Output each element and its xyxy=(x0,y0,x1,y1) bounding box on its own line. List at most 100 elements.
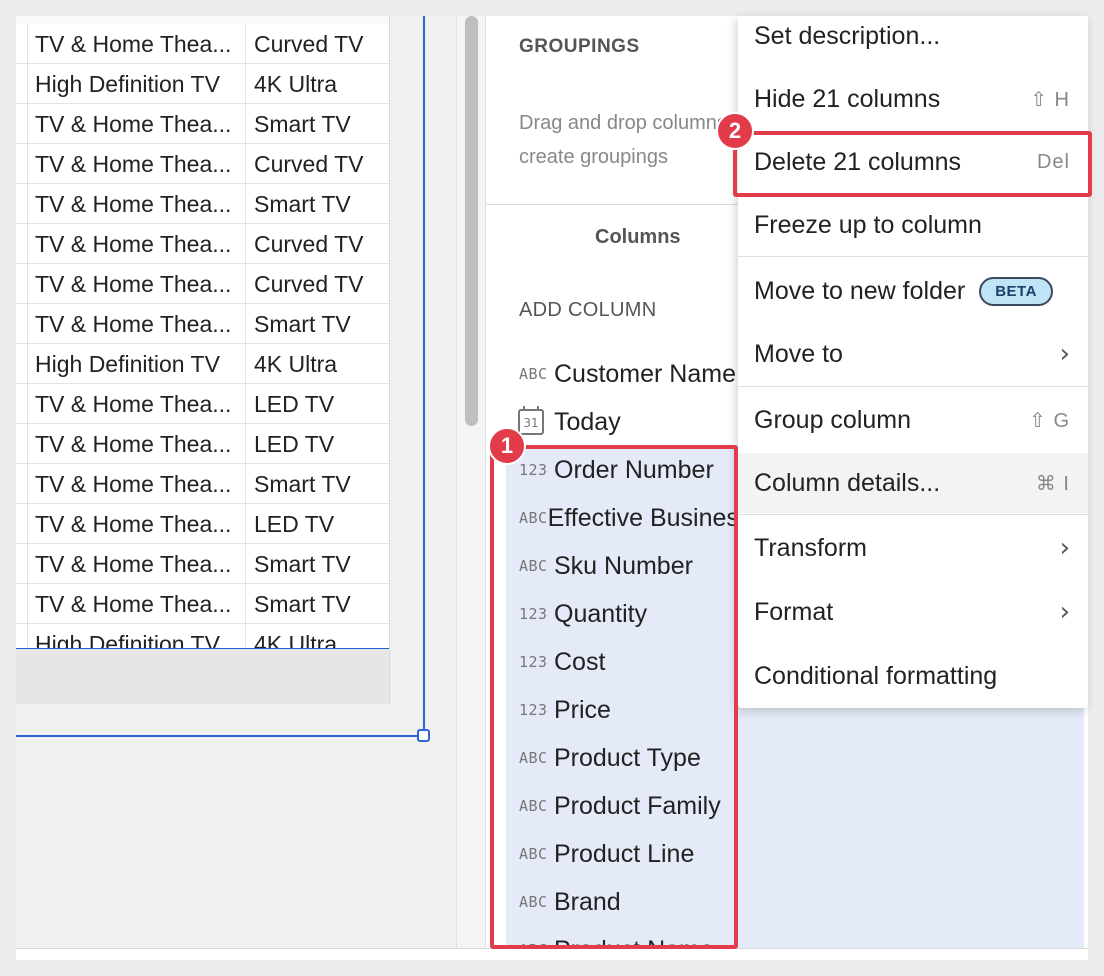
product-family-cell[interactable]: Smart TV xyxy=(246,184,389,223)
product-family-cell[interactable]: 4K Ultra xyxy=(246,64,389,103)
selection-border-bottom xyxy=(16,735,424,737)
menu-item-label: Move to xyxy=(754,339,843,368)
product-family-cell[interactable]: LED TV xyxy=(246,424,389,463)
table-row[interactable]: TV & Home Thea... Curved TV xyxy=(16,224,389,264)
table-row[interactable]: TV & Home Thea... Smart TV xyxy=(16,544,389,584)
row-gutter-cell xyxy=(16,344,28,383)
row-gutter-cell xyxy=(16,224,28,263)
screen: TV & Home Thea... Curved TV High Definitio… xyxy=(0,0,1104,976)
row-gutter-cell xyxy=(16,24,28,63)
row-gutter-cell xyxy=(16,304,28,343)
product-type-cell[interactable]: High Definition TV xyxy=(28,64,246,103)
table-row[interactable]: TV & Home Thea... Smart TV xyxy=(16,184,389,224)
table-row[interactable]: TV & Home Thea... Curved TV xyxy=(16,24,389,64)
add-column-button[interactable]: ADD COLUMN xyxy=(519,299,656,322)
row-gutter-cell xyxy=(16,464,28,503)
row-gutter-cell xyxy=(16,264,28,303)
product-type-cell[interactable]: TV & Home Thea... xyxy=(28,184,246,223)
menu-item-label: Freeze up to column xyxy=(754,210,982,239)
table-row[interactable]: TV & Home Thea... LED TV xyxy=(16,504,389,544)
menu-item-label: Hide 21 columns xyxy=(754,84,941,113)
menu-item-label: Move to new folder xyxy=(754,276,966,305)
chevron-right-icon: › xyxy=(1059,533,1070,563)
row-gutter-cell xyxy=(16,144,28,183)
step-badge-2: 2 xyxy=(716,112,754,150)
product-type-cell[interactable]: TV & Home Thea... xyxy=(28,264,246,303)
product-family-cell[interactable]: Smart TV xyxy=(246,544,389,583)
column-list-item[interactable]: 31 Today xyxy=(506,398,736,446)
menu-item-label: Format xyxy=(754,597,834,626)
canvas-scrollbar[interactable] xyxy=(456,16,486,960)
product-family-cell[interactable]: Curved TV xyxy=(246,144,389,183)
product-type-cell[interactable]: TV & Home Thea... xyxy=(28,384,246,423)
menu-item-label: Transform xyxy=(754,533,867,562)
menu-item-label: Set description... xyxy=(754,21,941,50)
menu-item-label: Column details... xyxy=(754,468,941,497)
groupings-drop-zone[interactable]: Drag and drop columns to create grouping… xyxy=(519,106,739,174)
product-family-cell[interactable]: LED TV xyxy=(246,504,389,543)
delete-columns-highlight xyxy=(733,131,1092,197)
product-type-cell[interactable]: TV & Home Thea... xyxy=(28,504,246,543)
table-footer xyxy=(16,648,389,704)
table-row[interactable]: TV & Home Thea... Curved TV xyxy=(16,264,389,304)
menu-item-label: Conditional formatting xyxy=(754,661,998,690)
menu-item-format[interactable]: Format › xyxy=(738,582,1088,642)
menu-item-hide-21-columns[interactable]: Hide 21 columns ⇧ H xyxy=(738,69,1088,129)
menu-item-set-description[interactable]: Set description... xyxy=(738,6,1088,66)
product-family-cell[interactable]: Curved TV xyxy=(246,24,389,63)
product-type-cell[interactable]: TV & Home Thea... xyxy=(28,544,246,583)
product-family-cell[interactable]: LED TV xyxy=(246,384,389,423)
table-row[interactable]: TV & Home Thea... Smart TV xyxy=(16,304,389,344)
groupings-hint-line2: create groupings xyxy=(519,146,668,168)
menu-item-move-to[interactable]: Move to › xyxy=(738,324,1088,384)
product-type-cell[interactable]: TV & Home Thea... xyxy=(28,464,246,503)
product-family-cell[interactable]: Smart TV xyxy=(246,464,389,503)
row-gutter-cell xyxy=(16,544,28,583)
chevron-right-icon: › xyxy=(1059,339,1070,369)
table-row[interactable]: TV & Home Thea... Smart TV xyxy=(16,104,389,144)
resize-handle[interactable] xyxy=(417,729,430,742)
menu-item-transform[interactable]: Transform › xyxy=(738,518,1088,578)
menu-item-freeze-up-to-column[interactable]: Freeze up to column xyxy=(738,195,1088,255)
product-type-cell[interactable]: TV & Home Thea... xyxy=(28,224,246,263)
row-gutter-cell xyxy=(16,504,28,543)
product-family-cell[interactable]: Curved TV xyxy=(246,224,389,263)
tab-columns[interactable]: Columns xyxy=(595,226,681,249)
product-type-cell[interactable]: TV & Home Thea... xyxy=(28,584,246,623)
menu-item-move-to-new-folder[interactable]: Move to new folder BETA xyxy=(738,261,1088,321)
product-type-cell[interactable]: High Definition TV xyxy=(28,344,246,383)
menu-item-column-details[interactable]: Column details... ⌘ I xyxy=(738,453,1088,513)
workbook-canvas: TV & Home Thea... Curved TV High Definitio… xyxy=(16,16,456,960)
beta-badge: BETA xyxy=(979,276,1053,306)
product-type-cell[interactable]: TV & Home Thea... xyxy=(28,304,246,343)
column-list-item[interactable]: ABC Customer Name xyxy=(506,350,736,398)
table-row[interactable]: TV & Home Thea... LED TV xyxy=(16,384,389,424)
groupings-heading: GROUPINGS xyxy=(519,36,640,57)
product-family-cell[interactable]: Curved TV xyxy=(246,264,389,303)
table-row[interactable]: High Definition TV 4K Ultra xyxy=(16,64,389,104)
product-family-cell[interactable]: 4K Ultra xyxy=(246,344,389,383)
table-row[interactable]: TV & Home Thea... Smart TV xyxy=(16,584,389,624)
table-row[interactable]: TV & Home Thea... Curved TV xyxy=(16,144,389,184)
menu-divider xyxy=(738,514,1088,515)
row-gutter-cell xyxy=(16,384,28,423)
product-family-cell[interactable]: Smart TV xyxy=(246,104,389,143)
calendar-icon: 31 xyxy=(518,406,544,435)
menu-divider xyxy=(738,256,1088,257)
product-type-cell[interactable]: TV & Home Thea... xyxy=(28,104,246,143)
row-gutter-cell xyxy=(16,184,28,223)
menu-item-conditional-formatting[interactable]: Conditional formatting xyxy=(738,646,1088,706)
scrollbar-thumb[interactable] xyxy=(465,16,478,426)
product-family-cell[interactable]: Smart TV xyxy=(246,304,389,343)
product-type-cell[interactable]: TV & Home Thea... xyxy=(28,424,246,463)
table-row[interactable]: TV & Home Thea... Smart TV xyxy=(16,464,389,504)
table-row[interactable]: High Definition TV 4K Ultra xyxy=(16,344,389,384)
column-name: Today xyxy=(554,407,621,436)
row-gutter-cell xyxy=(16,104,28,143)
product-type-cell[interactable]: TV & Home Thea... xyxy=(28,144,246,183)
table-row[interactable]: TV & Home Thea... LED TV xyxy=(16,424,389,464)
product-type-cell[interactable]: TV & Home Thea... xyxy=(28,24,246,63)
chevron-right-icon: › xyxy=(1059,597,1070,627)
product-family-cell[interactable]: Smart TV xyxy=(246,584,389,623)
menu-item-group-column[interactable]: Group column ⇧ G xyxy=(738,390,1088,450)
